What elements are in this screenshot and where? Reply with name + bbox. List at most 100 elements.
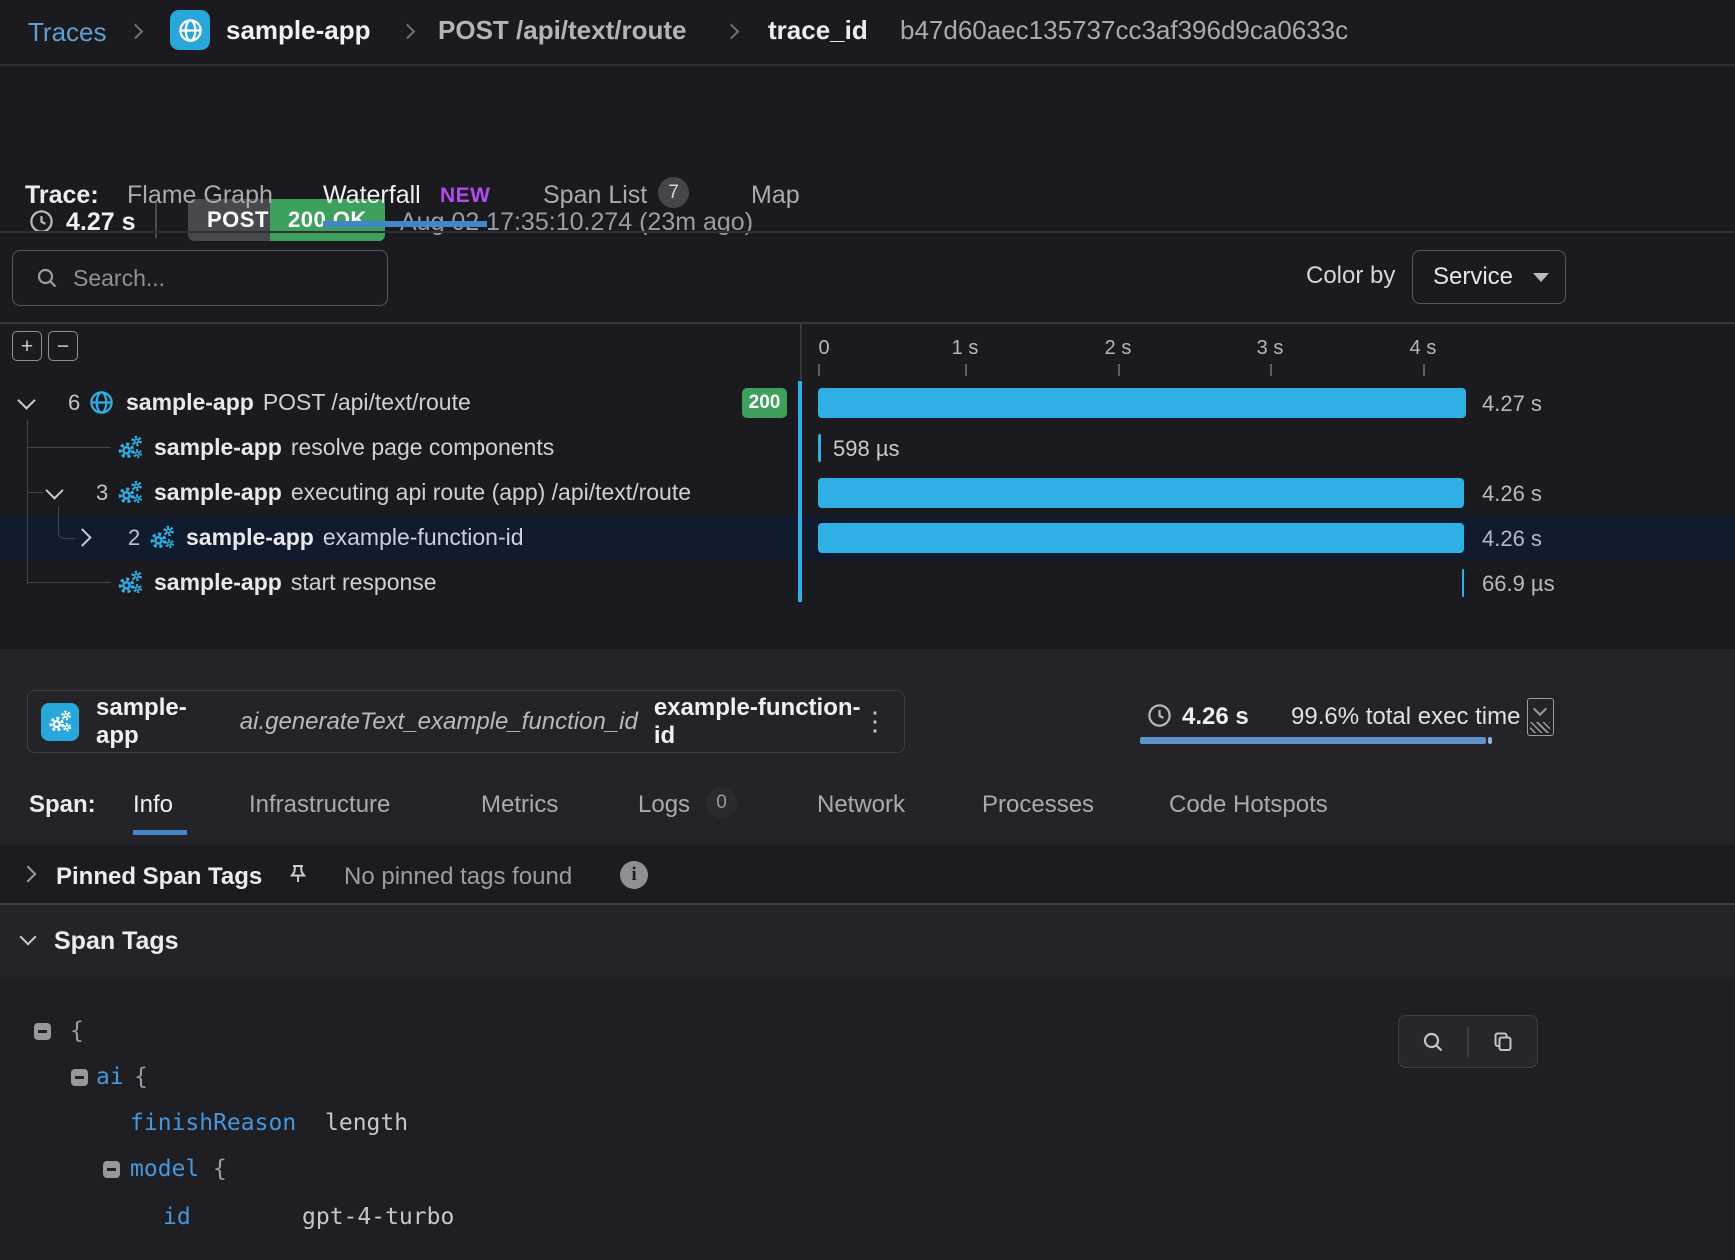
span-name: start response: [291, 569, 437, 595]
span-service: sample-app: [154, 434, 282, 460]
axis-tick-label: 4 s: [1410, 337, 1437, 360]
exec-time-progress-bar: [1140, 737, 1486, 744]
axis-tick: [1118, 364, 1120, 376]
axis-tick: [1270, 364, 1272, 376]
span-child-count: 3: [96, 470, 108, 515]
span-duration: 4.27 s: [1482, 391, 1542, 417]
json-key-finish-reason: finishReason: [130, 1110, 296, 1136]
trace-tabs: Trace: Flame Graph Waterfall NEW Span Li…: [0, 165, 1735, 231]
breadcrumb-service[interactable]: sample-app: [226, 15, 371, 46]
breadcrumb-traces-link[interactable]: Traces: [28, 17, 107, 48]
expand-all-button[interactable]: +: [12, 331, 42, 361]
span-name: resolve page components: [291, 434, 554, 460]
collapse-node-icon[interactable]: [103, 1161, 120, 1178]
axis-tick-label: 0: [818, 337, 829, 360]
search-icon: [1421, 1030, 1445, 1054]
tab-code-hotspots[interactable]: Code Hotspots: [1169, 791, 1328, 819]
gears-icon: [148, 524, 176, 552]
json-value-id: gpt-4-turbo: [302, 1204, 454, 1230]
hatch-fill: [1530, 722, 1550, 733]
span-label: sample-appexecuting api route (app) /api…: [154, 470, 691, 515]
pinned-span-tags-title[interactable]: Pinned Span Tags: [56, 863, 262, 891]
chevron-down-icon[interactable]: [17, 391, 35, 409]
axis-tick-label: 3 s: [1257, 337, 1284, 360]
span-child-count: 6: [68, 380, 80, 425]
trace-tabs-label: Trace:: [25, 181, 99, 210]
span-row[interactable]: sample-appresolve page components 598 µs: [0, 425, 1735, 470]
json-brace: {: [70, 1018, 84, 1044]
tab-metrics[interactable]: Metrics: [481, 791, 558, 819]
span-duration: 4.26 s: [1482, 481, 1542, 507]
tab-waterfall-new-badge: NEW: [440, 184, 491, 208]
gears-icon: [47, 709, 73, 735]
waterfall-panel: + − 0 1 s 2 s 3 s 4 s 6 sample-app: [0, 322, 1735, 649]
span-bar[interactable]: [818, 478, 1464, 508]
gears-icon: [116, 479, 144, 507]
json-brace: {: [134, 1064, 148, 1090]
tab-processes[interactable]: Processes: [982, 791, 1094, 819]
chevron-right-icon[interactable]: [20, 866, 37, 883]
tab-waterfall[interactable]: Waterfall: [323, 181, 421, 210]
span-tags-json: { ai { finishReason length model { id gp…: [0, 977, 1735, 1260]
span-list-count-badge: 7: [658, 177, 689, 208]
span-label: sample-app resolve page components: [154, 425, 554, 470]
active-tab-underline: [133, 830, 187, 835]
span-row[interactable]: 6 sample-appPOST /api/text/route 200 4.2…: [0, 380, 1735, 425]
globe-icon: [88, 389, 115, 416]
span-bar[interactable]: [818, 434, 821, 462]
span-service: sample-app: [126, 389, 254, 415]
span-bar[interactable]: [1462, 569, 1464, 597]
pinned-empty-message: No pinned tags found: [344, 863, 572, 891]
span-service: sample-app: [154, 569, 282, 595]
trace-id-label: trace_id: [768, 15, 868, 46]
chevron-right-icon[interactable]: [73, 528, 91, 546]
span-detail-operation: ai.generateText_example_function_id: [240, 708, 638, 736]
search-input[interactable]: [71, 264, 345, 293]
tab-info[interactable]: Info: [133, 791, 173, 819]
span-header-card[interactable]: sample-app ai.generateText_example_funct…: [27, 690, 905, 753]
span-tags-header[interactable]: Span Tags: [0, 903, 1735, 977]
collapse-node-icon[interactable]: [34, 1023, 51, 1040]
color-by-dropdown[interactable]: Service: [1412, 250, 1566, 304]
collapse-node-icon[interactable]: [71, 1069, 88, 1086]
span-child-count: 2: [128, 515, 140, 560]
tab-span-list[interactable]: Span List: [543, 181, 647, 210]
json-key-model: model: [130, 1156, 199, 1182]
service-icon-badge: [41, 703, 79, 741]
json-copy-button[interactable]: [1469, 1030, 1537, 1054]
span-label: sample-appPOST /api/text/route: [126, 380, 471, 425]
collapse-panel-icon[interactable]: [1527, 698, 1554, 736]
collapse-all-button[interactable]: −: [48, 331, 78, 361]
axis-tick: [965, 364, 967, 376]
span-detail-resource: example-function-id: [654, 694, 862, 750]
tab-network[interactable]: Network: [817, 791, 905, 819]
tab-infrastructure[interactable]: Infrastructure: [249, 791, 390, 819]
span-bar[interactable]: [818, 388, 1466, 418]
span-row[interactable]: 3 sample-appexecuting api route (app) /a…: [0, 470, 1735, 515]
json-toolbar: [1398, 1015, 1538, 1068]
json-search-button[interactable]: [1399, 1030, 1467, 1054]
divider: [0, 64, 1735, 66]
tab-logs[interactable]: Logs: [638, 791, 690, 819]
pinned-span-tags-row: Pinned Span Tags No pinned tags found: [0, 845, 1735, 903]
breadcrumb-resource[interactable]: POST /api/text/route: [438, 15, 687, 46]
span-service: sample-app: [186, 524, 314, 550]
span-detail-section: sample-app ai.generateText_example_funct…: [0, 649, 1735, 845]
tab-flame-graph[interactable]: Flame Graph: [127, 181, 273, 210]
chevron-down-icon[interactable]: [45, 481, 63, 499]
axis-tick-label: 1 s: [952, 337, 979, 360]
search-icon: [35, 266, 59, 290]
clock-icon: [1146, 702, 1173, 729]
kebab-menu-icon[interactable]: ⋮: [862, 706, 888, 737]
search-box[interactable]: [12, 250, 388, 306]
tab-map[interactable]: Map: [751, 181, 800, 210]
span-duration: 66.9 µs: [1482, 571, 1555, 597]
waterfall-toolbar: Color by Service: [0, 245, 1735, 309]
axis-tick: [1423, 364, 1425, 376]
span-row-selected[interactable]: 2 sample-appexample-function-id 4.26 s: [0, 515, 1735, 560]
span-bar[interactable]: [818, 523, 1464, 553]
span-detail-service: sample-app: [96, 694, 218, 750]
span-row[interactable]: sample-app start response 66.9 µs: [0, 560, 1735, 605]
info-icon[interactable]: [620, 861, 648, 889]
span-duration: 4.26 s: [1482, 526, 1542, 552]
